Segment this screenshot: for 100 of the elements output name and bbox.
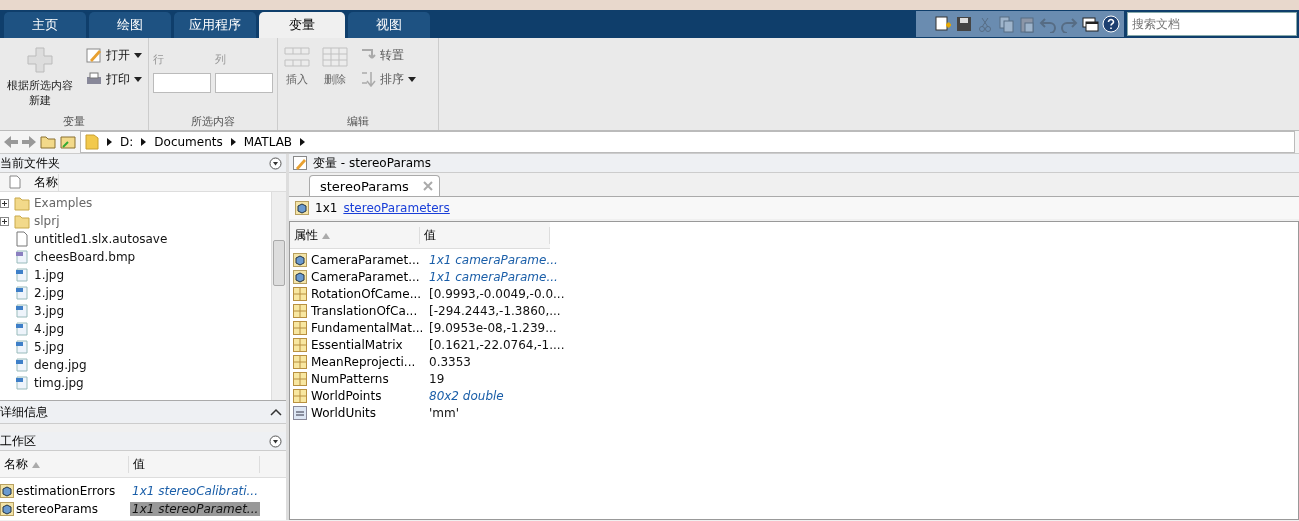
property-row[interactable]: CameraParamet... 1x1 cameraParame...	[290, 251, 1298, 268]
help-icon[interactable]	[1102, 15, 1120, 33]
image-file-icon	[14, 249, 30, 265]
windows-icon[interactable]	[1081, 15, 1099, 33]
property-row[interactable]: WorldPoints 80x2 double	[290, 387, 1298, 404]
property-value: 'mm'	[428, 405, 459, 420]
ribbon-tab[interactable]: 主页	[4, 12, 86, 38]
property-row[interactable]: MeanReprojecti... 0.3353	[290, 353, 1298, 370]
file-row[interactable]: deng.jpg	[0, 356, 271, 374]
folder-icon	[14, 213, 30, 229]
cube-icon	[293, 252, 307, 267]
sort-icon	[360, 71, 376, 87]
transpose-button[interactable]: 转置	[358, 44, 418, 66]
abc-icon	[293, 405, 307, 420]
path-segment[interactable]: Documents	[154, 135, 223, 149]
property-row[interactable]: RotationOfCame... [0.9993,-0.0049,-0.0...	[290, 285, 1298, 302]
breadcrumb-arrow-icon	[141, 138, 147, 146]
chevron-up-icon[interactable]	[270, 408, 282, 416]
property-row[interactable]: EssentialMatrix [0.1621,-22.0764,-1....	[290, 336, 1298, 353]
property-row[interactable]: TranslationOfCa... [-294.2443,-1.3860,...	[290, 302, 1298, 319]
variable-value: 1x1 stereoCalibrati...	[131, 484, 259, 498]
panel-menu-icon[interactable]	[269, 434, 282, 448]
print-button[interactable]: 打印	[84, 68, 144, 90]
file-row[interactable]: 5.jpg	[0, 338, 271, 356]
property-value: 19	[428, 371, 445, 386]
group-label: 变量	[62, 114, 86, 130]
insert-rows-icon	[284, 46, 310, 68]
close-icon[interactable]	[422, 181, 433, 191]
file-row[interactable]: 4.jpg	[0, 320, 271, 338]
sort-button[interactable]: 排序	[358, 68, 418, 90]
cube-icon	[293, 269, 307, 284]
expand-icon[interactable]	[0, 198, 9, 208]
caret-icon	[408, 76, 416, 82]
property-value: 80x2 double	[428, 388, 504, 403]
file-row[interactable]: timg.jpg	[0, 374, 271, 392]
row-field[interactable]	[153, 73, 211, 93]
column-title[interactable]: 名称	[0, 455, 129, 473]
search-field[interactable]: 搜索文档	[1127, 12, 1297, 36]
ribbon-tab[interactable]: 应用程序	[174, 12, 256, 38]
ribbon-tab[interactable]: 变量	[259, 12, 345, 38]
variable-name: stereoParams	[15, 502, 99, 516]
folder-icon	[14, 195, 30, 211]
image-file-icon	[14, 321, 30, 337]
column-title[interactable]: 属性	[290, 226, 420, 244]
new-from-selection-button[interactable]: 根据所选内容新建	[4, 44, 76, 114]
file-row[interactable]: 2.jpg	[0, 284, 271, 302]
file-row[interactable]: cheesBoard.bmp	[0, 248, 271, 266]
file-row[interactable]: untitled1.slx.autosave	[0, 230, 271, 248]
file-row[interactable]: Examples	[0, 194, 271, 212]
property-row[interactable]: FundamentalMat... [9.0953e-08,-1.239...	[290, 319, 1298, 336]
property-name: MeanReprojecti...	[310, 354, 417, 369]
plus-icon	[26, 46, 54, 74]
file-row[interactable]: 1.jpg	[0, 266, 271, 284]
scrollbar[interactable]	[271, 192, 286, 400]
new-document-icon[interactable]	[934, 15, 952, 33]
browse-folder-icon[interactable]	[60, 135, 76, 149]
caret-icon	[134, 52, 142, 58]
file-name: untitled1.slx.autosave	[34, 232, 168, 246]
grid-icon	[293, 371, 307, 386]
property-row[interactable]: WorldUnits 'mm'	[290, 404, 1298, 421]
ribbon-tab[interactable]: 绘图	[89, 12, 171, 38]
file-name: deng.jpg	[34, 358, 87, 372]
column-title[interactable]: 名称	[30, 173, 59, 191]
column-title[interactable]: 值	[129, 455, 260, 473]
up-folder-icon[interactable]	[40, 135, 56, 149]
image-file-icon	[14, 285, 30, 301]
column-label: 列	[215, 52, 227, 67]
path-segment[interactable]: D:	[120, 135, 134, 149]
variable-tab[interactable]: stereoParams	[309, 175, 440, 196]
cube-icon	[295, 201, 309, 215]
save-icon[interactable]	[955, 15, 973, 33]
pencil-icon	[86, 47, 102, 63]
expand-icon[interactable]	[0, 216, 9, 226]
open-button[interactable]: 打开	[84, 44, 144, 66]
panel-menu-icon[interactable]	[269, 156, 282, 170]
file-name: Examples	[34, 196, 93, 210]
property-name: WorldPoints	[310, 388, 383, 403]
file-row[interactable]: 3.jpg	[0, 302, 271, 320]
column-title[interactable]: 值	[420, 226, 550, 244]
column-field[interactable]	[215, 73, 273, 93]
grid-icon	[293, 303, 307, 318]
sort-ascending-icon	[32, 461, 40, 468]
class-link[interactable]: stereoParameters	[343, 201, 450, 215]
image-file-icon	[14, 303, 30, 319]
grid-icon	[293, 320, 307, 335]
image-file-icon	[14, 267, 30, 283]
panel-title: 当前文件夹	[0, 154, 60, 172]
cube-icon	[0, 502, 14, 516]
property-row[interactable]: CameraParamet... 1x1 cameraParame...	[290, 268, 1298, 285]
property-row[interactable]: NumPatterns 19	[290, 370, 1298, 387]
property-name: NumPatterns	[310, 371, 390, 386]
property-value: [0.9993,-0.0049,-0.0...	[428, 286, 565, 301]
file-row[interactable]: slprj	[0, 212, 271, 230]
grid-icon	[293, 337, 307, 352]
property-name: CameraParamet...	[310, 269, 421, 284]
image-file-icon	[14, 339, 30, 355]
back-arrow-icon[interactable]	[4, 135, 18, 149]
ribbon-tab[interactable]: 视图	[348, 12, 430, 38]
path-segment[interactable]: MATLAB	[243, 135, 293, 149]
forward-arrow-icon[interactable]	[22, 135, 36, 149]
